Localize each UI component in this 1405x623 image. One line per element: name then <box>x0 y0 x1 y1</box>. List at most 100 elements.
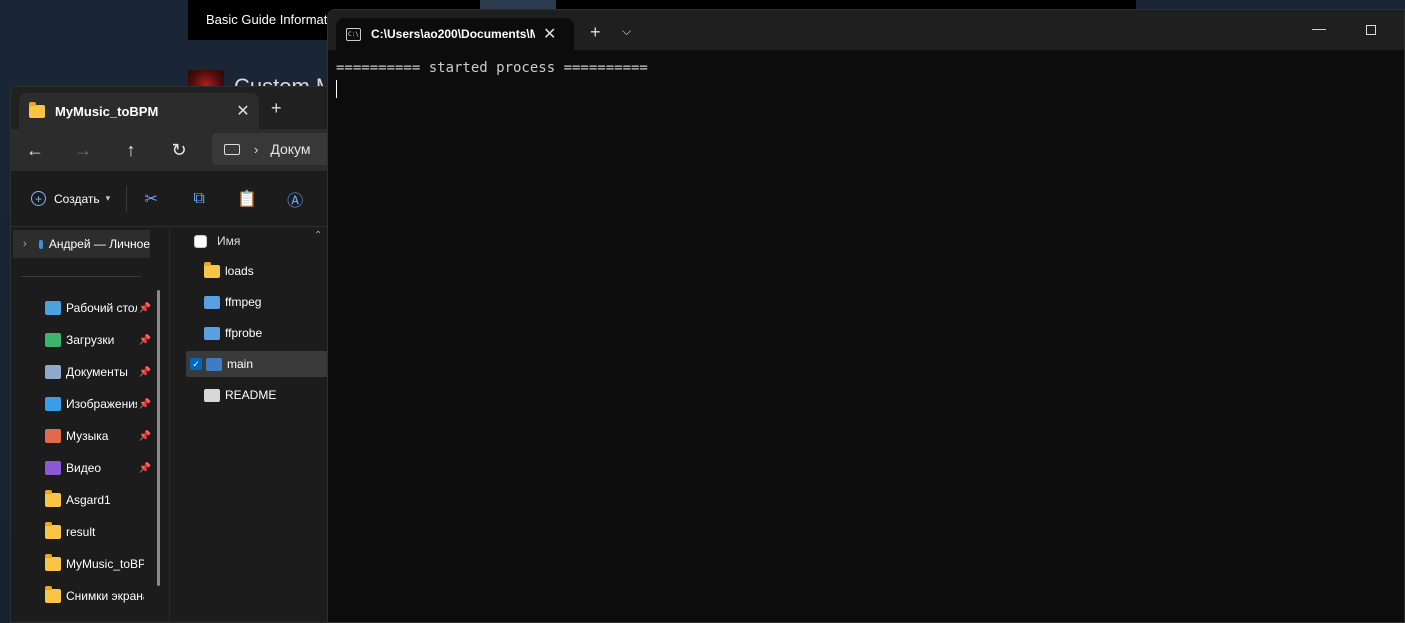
sidebar-item[interactable]: Документы 📌 <box>11 356 151 388</box>
sidebar-item-label: Видео <box>66 461 102 475</box>
explorer-tab-bar: MyMusic_toBPM ✕ + <box>11 87 339 129</box>
sidebar-scrollbar[interactable] <box>157 290 160 586</box>
background-strip <box>480 0 556 9</box>
terminal-output[interactable]: ========== started process ========== <box>328 50 1404 112</box>
doc-file-icon <box>204 388 220 402</box>
sidebar-item[interactable]: Изображения 📌 <box>11 388 151 420</box>
folder-icon <box>45 554 61 571</box>
chevron-down-icon[interactable]: ⌵ <box>622 24 631 39</box>
terminal-window[interactable]: C:\ C:\Users\ao200\Documents\MyMusic_toB… <box>327 9 1405 623</box>
file-name: ffmpeg <box>225 295 262 309</box>
back-arrow-icon[interactable]: ← <box>11 140 59 161</box>
sidebar-item-label: Документы <box>66 365 128 379</box>
file-row[interactable]: ffmpeg <box>186 289 339 315</box>
select-all-checkbox[interactable] <box>194 234 207 248</box>
sidebar-item-label: MyMusic_toBPM <box>66 557 144 571</box>
folder-icon <box>45 490 61 507</box>
pin-icon: 📌 <box>138 302 151 314</box>
chevron-right-icon[interactable]: › <box>23 238 27 250</box>
onedrive-cloud-icon <box>38 239 43 249</box>
terminal-title-bar: C:\ C:\Users\ao200\Documents\MyMusic_toB… <box>328 10 1404 50</box>
exe-file-icon <box>204 326 220 340</box>
copy-icon[interactable]: ⧉ <box>175 190 223 208</box>
chevron-down-icon: ▾ <box>105 193 111 203</box>
sidebar-item[interactable]: Asgard1 <box>11 484 151 516</box>
pin-icon: 📌 <box>138 366 151 378</box>
sidebar-item[interactable]: Рабочий стол 📌 <box>11 292 151 324</box>
library-icon <box>45 333 61 347</box>
sidebar-item-label: Asgard1 <box>66 493 111 507</box>
computer-icon <box>224 143 240 155</box>
terminal-tab-title: C:\Users\ao200\Documents\MyMusic_toBPM <box>371 27 535 41</box>
library-icon <box>45 397 61 411</box>
column-header-name[interactable]: Имя <box>194 234 240 248</box>
sidebar-item-label: result <box>66 525 96 539</box>
file-row[interactable]: loads <box>186 258 339 284</box>
sidebar-item-label: Снимки экрана <box>66 589 144 603</box>
sidebar-item[interactable]: Видео 📌 <box>11 452 151 484</box>
sidebar-item[interactable]: result <box>11 516 151 548</box>
sidebar-item-label: Андрей — Личное <box>48 237 150 251</box>
explorer-tab-label: MyMusic_toBPM <box>55 103 159 119</box>
refresh-icon[interactable]: ↻ <box>155 140 203 161</box>
navigation-pane: › Андрей — Личное Рабочий стол 📌 Загрузки 📌… <box>11 228 169 622</box>
file-explorer-window[interactable]: MyMusic_toBPM ✕ + ← → ↑ ↻ › Докум + Созд… <box>10 86 340 623</box>
folder-icon <box>45 586 61 603</box>
explorer-nav-bar: ← → ↑ ↻ › Докум <box>11 129 339 171</box>
row-checkbox[interactable]: ✓ <box>190 358 202 370</box>
folder-icon <box>29 101 45 118</box>
new-tab-button[interactable]: + <box>271 98 282 119</box>
up-arrow-icon[interactable]: ↑ <box>107 140 155 161</box>
address-bar[interactable]: › Докум <box>212 133 339 165</box>
paste-icon[interactable]: 📋 <box>223 189 271 209</box>
pin-icon: 📌 <box>138 334 151 346</box>
sidebar-item[interactable]: Музыка 📌 <box>11 420 151 452</box>
sidebar-item-label: Изображения <box>66 397 137 411</box>
file-row[interactable]: ✓ main <box>186 351 339 377</box>
library-icon <box>45 461 61 475</box>
file-list-pane: Имя ⌃ loads ffmpeg ffprobe ✓ main README <box>170 228 339 622</box>
chevron-right-icon[interactable]: › <box>254 142 258 157</box>
file-name: README <box>225 388 277 402</box>
address-segment[interactable]: Докум <box>270 141 310 157</box>
sort-chevron-up-icon: ⌃ <box>314 230 323 241</box>
sidebar-item[interactable]: Загрузки 📌 <box>11 324 151 356</box>
rename-icon[interactable]: Ⓐ <box>271 187 319 211</box>
close-tab-icon[interactable]: ✕ <box>231 101 255 121</box>
sidebar-item-label: Загрузки <box>66 333 115 347</box>
library-icon <box>45 301 61 315</box>
terminal-tab[interactable]: C:\ C:\Users\ao200\Documents\MyMusic_toB… <box>336 18 574 50</box>
column-header-label: Имя <box>217 234 241 248</box>
file-name: loads <box>225 264 254 278</box>
explorer-body: › Андрей — Личное Рабочий стол 📌 Загрузки 📌… <box>11 228 339 622</box>
text-cursor <box>336 80 337 98</box>
file-row[interactable]: README <box>186 382 339 408</box>
plus-circle-icon: + <box>31 191 46 206</box>
file-name: ffprobe <box>225 326 263 340</box>
terminal-line: ========== started process ========== <box>336 60 648 76</box>
folder-file-icon <box>204 261 220 278</box>
pin-icon: 📌 <box>138 398 151 410</box>
sidebar-item-label: Музыка <box>66 429 109 443</box>
sidebar-item[interactable]: MyMusic_toBPM <box>11 548 151 580</box>
sidebar-divider <box>21 276 141 277</box>
background-window-title: Basic Guide Information <box>206 12 345 27</box>
minimize-button[interactable]: — <box>1312 20 1326 36</box>
folder-icon <box>45 522 61 539</box>
file-row[interactable]: ffprobe <box>186 320 339 346</box>
sidebar-item[interactable]: Снимки экрана <box>11 580 151 612</box>
sidebar-item-label: Рабочий стол <box>66 301 137 315</box>
new-tab-button[interactable]: + <box>590 22 601 43</box>
file-name: main <box>227 357 254 371</box>
pin-icon: 📌 <box>138 462 151 474</box>
sidebar-item-onedrive[interactable]: › Андрей — Личное <box>13 230 150 258</box>
console-icon: C:\ <box>346 27 361 41</box>
forward-arrow-icon[interactable]: → <box>59 140 107 161</box>
explorer-tab[interactable]: MyMusic_toBPM ✕ <box>19 93 259 129</box>
close-tab-icon[interactable]: ✕ <box>543 24 556 44</box>
library-icon <box>45 429 61 443</box>
cut-icon[interactable]: ✂ <box>127 189 175 209</box>
python-file-icon <box>206 357 222 371</box>
maximize-button[interactable] <box>1366 25 1376 35</box>
create-button[interactable]: + Создать ▾ <box>31 191 110 206</box>
